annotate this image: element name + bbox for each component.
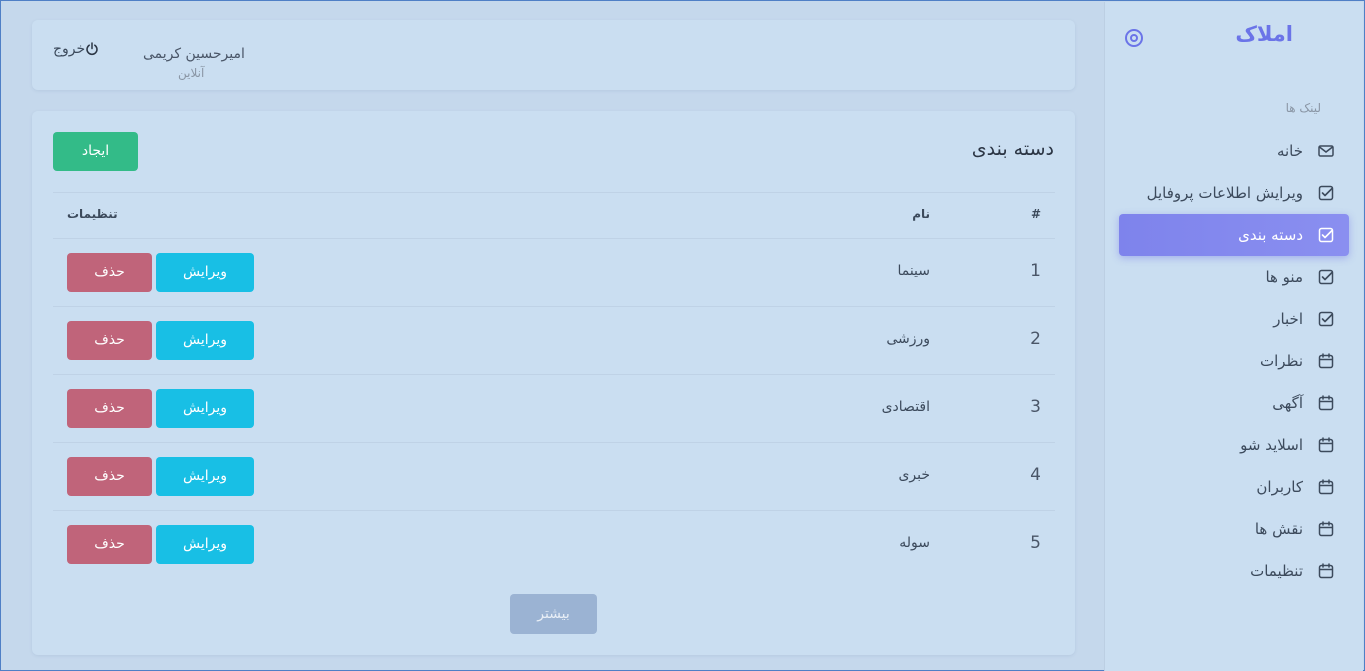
sidebar-item[interactable]: آگهی: [1119, 382, 1349, 424]
create-button[interactable]: ایجاد: [53, 132, 138, 171]
sidebar-item-label: نظرات: [1259, 352, 1303, 370]
logout-button[interactable]: خروج: [53, 41, 109, 57]
sidebar-item[interactable]: خانه: [1119, 130, 1349, 172]
sidebar-item-label: خانه: [1276, 142, 1303, 160]
sidebar-nav: خانه ویرایش اطلاعات پروفایل دسته بندی منو ه…: [1119, 130, 1349, 592]
edit-button[interactable]: ویرایش: [156, 525, 254, 564]
row-name: ورزشی: [886, 331, 930, 347]
brand-title: املاک: [1235, 22, 1293, 46]
sidebar-item-label: ویرایش اطلاعات پروفایل: [1146, 184, 1303, 202]
sidebar: املاک لینک ها خانه ویرایش اطلاعات پروفایل…: [1104, 2, 1363, 671]
sidebar-item[interactable]: کاربران: [1119, 466, 1349, 508]
sidebar-item-label: نقش ها: [1254, 520, 1303, 538]
delete-button[interactable]: حذف: [67, 457, 152, 496]
sidebar-item[interactable]: نظرات: [1119, 340, 1349, 382]
row-index: 1: [1030, 261, 1041, 281]
column-header-name: نام: [912, 207, 930, 221]
user-name: امیرحسین کریمی: [143, 46, 245, 62]
calendar-icon: [1317, 478, 1335, 496]
section-label: لینک ها: [1285, 101, 1321, 115]
row-name: سینما: [897, 263, 930, 279]
sidebar-item-label: دسته بندی: [1238, 226, 1303, 244]
row-name: اقتصادی: [881, 399, 930, 415]
power-icon: [86, 42, 98, 56]
sidebar-item-label: اسلاید شو: [1240, 436, 1303, 454]
sidebar-item-label: آگهی: [1272, 394, 1303, 412]
app-window: املاک لینک ها خانه ویرایش اطلاعات پروفایل…: [0, 0, 1365, 671]
sidebar-item[interactable]: دسته بندی: [1119, 214, 1349, 256]
checkbox-icon: [1317, 310, 1335, 328]
edit-button[interactable]: ویرایش: [156, 321, 254, 360]
table-row: 1 سینما ویرایش حذف: [53, 239, 1055, 307]
sidebar-item-label: کاربران: [1256, 478, 1303, 496]
sidebar-item-label: اخبار: [1273, 310, 1303, 328]
category-card: دسته بندی ایجاد # نام تنظیمات 1 سینما ویرا…: [32, 111, 1075, 655]
logout-label: خروج: [53, 41, 86, 57]
column-header-settings: تنظیمات: [67, 207, 118, 221]
mail-icon: [1317, 142, 1335, 160]
sidebar-item[interactable]: اخبار: [1119, 298, 1349, 340]
table-header: # نام تنظیمات: [53, 192, 1055, 239]
column-header-index: #: [1030, 207, 1041, 221]
edit-button[interactable]: ویرایش: [156, 457, 254, 496]
user-status: آنلاین: [178, 66, 205, 80]
table-row: 2 ورزشی ویرایش حذف: [53, 307, 1055, 375]
more-button[interactable]: بیشتر: [510, 594, 597, 634]
table-row: 5 سوله ویرایش حذف: [53, 511, 1055, 579]
calendar-icon: [1317, 352, 1335, 370]
target-icon[interactable]: [1124, 28, 1144, 48]
table-row: 3 اقتصادی ویرایش حذف: [53, 375, 1055, 443]
delete-button[interactable]: حذف: [67, 525, 152, 564]
sidebar-item[interactable]: منو ها: [1119, 256, 1349, 298]
checkbox-icon: [1317, 184, 1335, 202]
sidebar-item[interactable]: نقش ها: [1119, 508, 1349, 550]
row-name: سوله: [899, 535, 930, 551]
row-index: 2: [1030, 329, 1041, 349]
checkbox-icon: [1317, 226, 1335, 244]
sidebar-item-label: تنظیمات: [1250, 562, 1303, 580]
row-name: خبری: [898, 467, 930, 483]
sidebar-item-label: منو ها: [1265, 268, 1303, 286]
checkbox-icon: [1317, 268, 1335, 286]
delete-button[interactable]: حذف: [67, 389, 152, 428]
calendar-icon: [1317, 436, 1335, 454]
row-index: 4: [1030, 465, 1041, 485]
table-row: 4 خبری ویرایش حذف: [53, 443, 1055, 511]
edit-button[interactable]: ویرایش: [156, 253, 254, 292]
calendar-icon: [1317, 520, 1335, 538]
sidebar-item[interactable]: اسلاید شو: [1119, 424, 1349, 466]
category-table: # نام تنظیمات 1 سینما ویرایش حذف 2 ورزشی ویرای…: [53, 192, 1055, 579]
delete-button[interactable]: حذف: [67, 253, 152, 292]
sidebar-item[interactable]: تنظیمات: [1119, 550, 1349, 592]
edit-button[interactable]: ویرایش: [156, 389, 254, 428]
page-title: دسته بندی: [971, 138, 1054, 160]
table-body: 1 سینما ویرایش حذف 2 ورزشی ویرایش حذف 3 اقتصادی وی…: [53, 239, 1055, 579]
sidebar-item[interactable]: ویرایش اطلاعات پروفایل: [1119, 172, 1349, 214]
top-bar: خروج امیرحسین کریمی آنلاین: [32, 20, 1075, 90]
calendar-icon: [1317, 562, 1335, 580]
delete-button[interactable]: حذف: [67, 321, 152, 360]
calendar-icon: [1317, 394, 1335, 412]
row-index: 3: [1030, 397, 1041, 417]
row-index: 5: [1030, 533, 1041, 553]
